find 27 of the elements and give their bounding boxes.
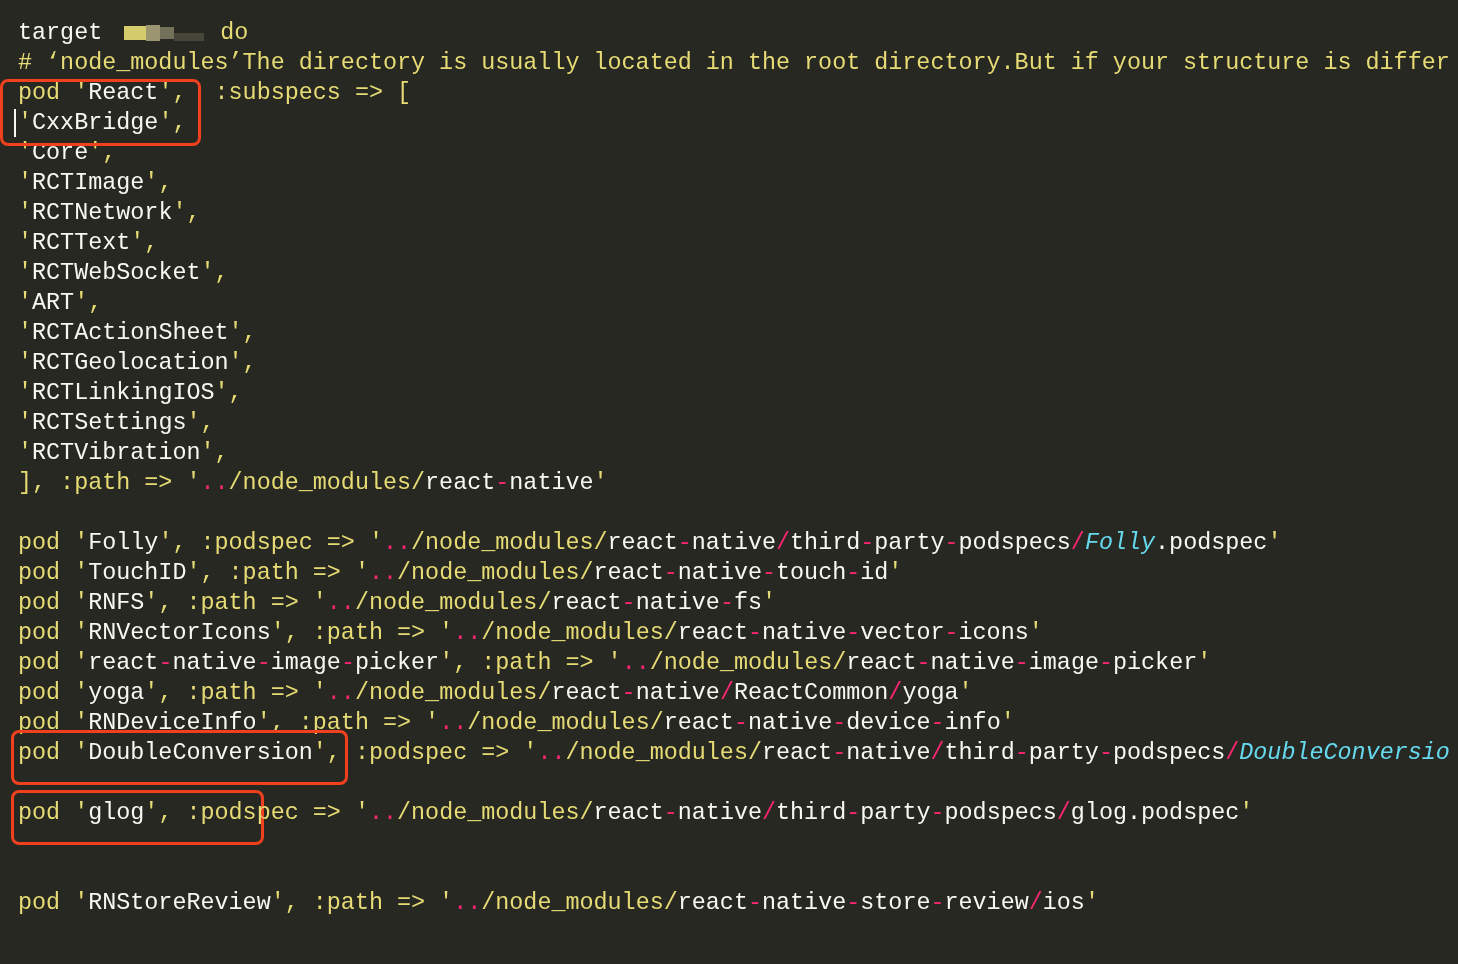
code-line: pod 'glog', :pods: [18, 799, 257, 828]
code-line: pod 'RNStoreReview', :path => '../node_modules/react-native-store-review/ios': [18, 889, 1099, 918]
code-line: 'CxxBridge',: [18, 109, 187, 138]
code-line: :podspec => '../node_modules/react-native/third-party-podspecs/DoubleConversio: [353, 739, 1450, 768]
code-line: pod 'RNVectorIcons', :path => '../node_modules/react-native-vector-icons': [18, 619, 1043, 648]
code-line: pod 'RNFS', :path => '../node_modules/react-native-fs': [18, 589, 777, 618]
text-cursor: [14, 109, 16, 137]
code-line: pod 'DoubleConversion',: [18, 739, 341, 768]
code-line: pod 'Folly', :podspec => '../node_modules/react-native/third-party-podspecs/Folly.podspec': [18, 529, 1282, 558]
redaction-icon: [124, 25, 205, 41]
code-line: 'RCTGeolocation',: [18, 349, 257, 378]
code-line: pod 'react-native-image-picker', :path => '../node_modules/react-native-image-picker': [18, 649, 1212, 678]
code-line: 'RCTSettings',: [18, 409, 215, 438]
code-line: target: [18, 19, 103, 48]
code-line: 'RCTLinkingIOS',: [18, 379, 243, 408]
code-line: 'RCTWebSocket',: [18, 259, 229, 288]
code-line: 'RCTActionSheet',: [18, 319, 257, 348]
code-line: 'RCTNetwork',: [18, 199, 201, 228]
code-line: 'RCTText',: [18, 229, 159, 258]
code-line: # ‘node_modules’The directory is usually located in the root directory.But if your structure is differ: [18, 49, 1450, 78]
code-line: 'RCTVibration',: [18, 439, 229, 468]
code-line: pod 'yoga', :path => '../node_modules/react-native/ReactCommon/yoga': [18, 679, 973, 708]
code-line: pod 'TouchID', :path => '../node_modules/react-native-touch-id': [18, 559, 903, 588]
code-line: ], :path => '../node_modules/react-native': [18, 469, 608, 498]
code-line: do: [219, 19, 249, 48]
code-line: 'ART',: [18, 289, 103, 318]
code-line: 'RCTImage',: [18, 169, 173, 198]
